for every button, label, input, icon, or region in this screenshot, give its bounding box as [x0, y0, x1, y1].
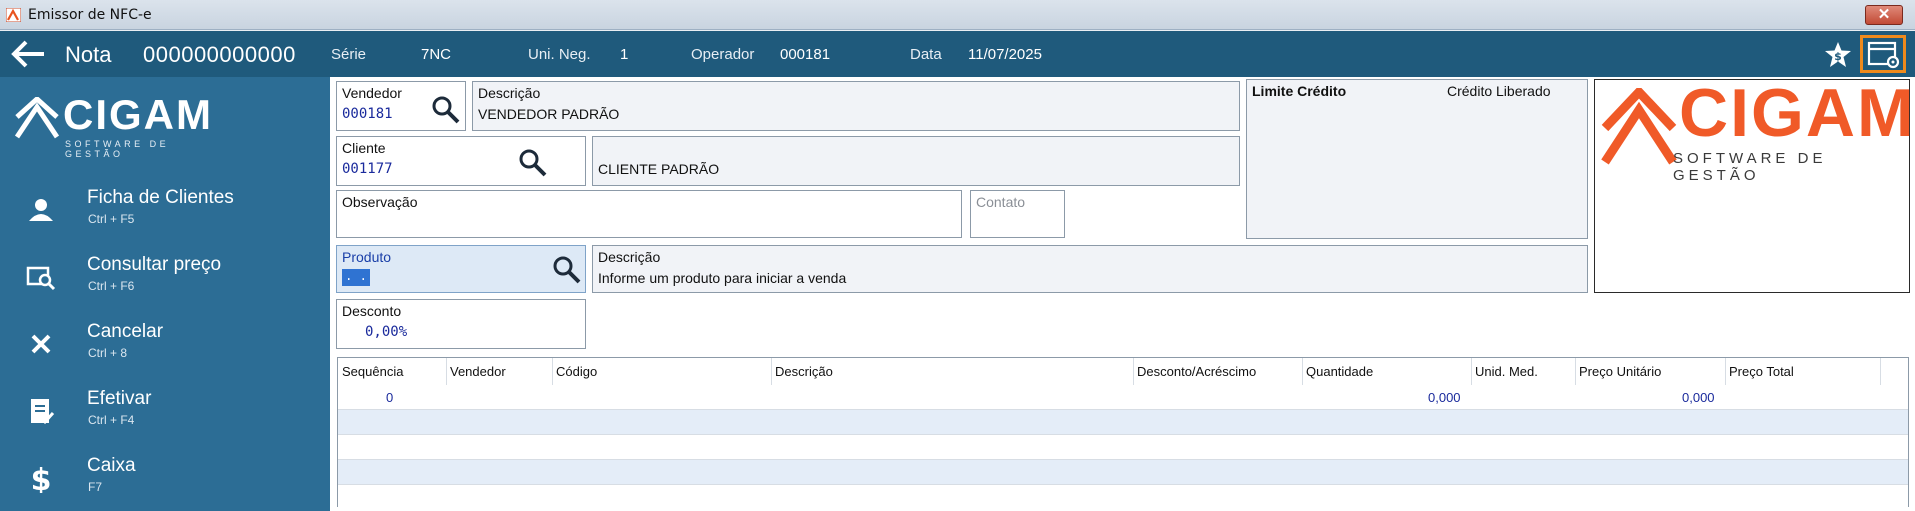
window-settings-button[interactable]	[1860, 35, 1906, 73]
window-titlebar: Emissor de NFC-e ✕	[0, 0, 1915, 30]
app-icon	[6, 8, 21, 22]
produto-descricao-label: Descrição	[598, 249, 661, 265]
sidebar-item-efetivar[interactable]: Efetivar Ctrl + F4	[0, 380, 330, 436]
cigam-logo-panel: CIGAM SOFTWARE DE GESTÃO	[1594, 75, 1914, 293]
cigam-mark-icon	[15, 97, 59, 139]
sidebar-item-caixa[interactable]: $ Caixa F7	[0, 447, 330, 503]
col-preco-unitario[interactable]: Preço Unitário	[1579, 364, 1661, 379]
col-quantidade[interactable]: Quantidade	[1306, 364, 1373, 379]
price-search-icon	[26, 266, 56, 291]
desconto-field[interactable]: Desconto 0,00%	[336, 299, 586, 349]
cigam-logo-sidebar: CIGAM SOFTWARE DE GESTÃO	[15, 91, 215, 159]
sidebar-item-shortcut: Ctrl + F4	[88, 413, 135, 427]
cliente-field[interactable]: Cliente 001177	[336, 136, 586, 186]
svg-text:$: $	[1834, 50, 1842, 63]
col-vendedor[interactable]: Vendedor	[450, 364, 506, 379]
sidebar-item-ficha-clientes[interactable]: Ficha de Clientes Ctrl + F5	[0, 179, 330, 235]
vendedor-label: Vendedor	[342, 85, 402, 101]
back-arrow-icon[interactable]	[10, 38, 48, 70]
document-icon	[31, 399, 55, 425]
sidebar-brand-name: CIGAM	[63, 91, 213, 138]
cliente-value[interactable]: 001177	[342, 161, 393, 177]
note-number: 000000000000	[143, 42, 296, 67]
cell-preco-unitario: 0,000	[1682, 390, 1715, 405]
sidebar-item-shortcut: F7	[88, 480, 103, 494]
cell-sequencia: 0	[386, 390, 394, 405]
col-codigo[interactable]: Código	[556, 364, 597, 379]
serie-label: Série	[331, 46, 367, 63]
desconto-value[interactable]: 0,00%	[365, 324, 407, 340]
window-title: Emissor de NFC-e	[28, 7, 152, 23]
table-row[interactable]	[338, 484, 1908, 509]
sidebar-brand-tagline: SOFTWARE DE GESTÃO	[65, 139, 170, 159]
cliente-descricao-field: CLIENTE PADRÃO	[592, 136, 1240, 186]
sidebar-item-label: Caixa	[87, 455, 136, 476]
limite-credito-panel: Limite Crédito Crédito Liberado	[1246, 79, 1588, 239]
cigam-mark-icon	[1601, 88, 1677, 165]
data-label: Data	[910, 46, 942, 63]
items-grid: Sequência Vendedor Código Descrição Desc…	[337, 357, 1909, 509]
note-header: Nota 000000000000 Série 7NC Uni. Neg. 1 …	[0, 31, 1915, 77]
sidebar-item-cancelar[interactable]: Cancelar Ctrl + 8	[0, 313, 330, 369]
sidebar-item-shortcut: Ctrl + 8	[88, 346, 128, 360]
cliente-descricao-value: CLIENTE PADRÃO	[598, 161, 720, 177]
desconto-label: Desconto	[342, 303, 402, 319]
table-row[interactable]: 0 0,000 0,000	[338, 385, 1908, 410]
unineg-label: Uni. Neg.	[528, 46, 591, 63]
produto-input[interactable]: . .	[342, 269, 370, 286]
col-sequencia[interactable]: Sequência	[342, 364, 403, 379]
col-unid-med[interactable]: Unid. Med.	[1475, 364, 1538, 379]
user-icon	[29, 199, 53, 221]
limite-credito-label: Limite Crédito	[1252, 83, 1347, 99]
operador-value: 000181	[780, 46, 831, 63]
sidebar-item-label: Efetivar	[87, 388, 152, 409]
search-icon[interactable]	[430, 94, 462, 126]
col-descricao[interactable]: Descrição	[775, 364, 833, 379]
operador-label: Operador	[691, 46, 755, 63]
col-preco-total[interactable]: Preço Total	[1729, 364, 1794, 379]
table-row[interactable]	[338, 434, 1908, 459]
sidebar-item-consultar-preco[interactable]: Consultar preço Ctrl + F6	[0, 246, 330, 302]
col-desconto-acrescimo[interactable]: Desconto/Acréscimo	[1137, 364, 1256, 379]
search-icon[interactable]	[517, 147, 549, 179]
contato-field[interactable]: Contato	[970, 190, 1065, 238]
vendedor-descricao-field: Descrição VENDEDOR PADRÃO	[472, 81, 1240, 131]
svg-text:$: $	[31, 463, 52, 493]
observacao-field[interactable]: Observação	[336, 190, 962, 238]
vendedor-descricao-label: Descrição	[478, 85, 541, 101]
settings-window-icon	[1867, 41, 1900, 69]
produto-descricao-value: Informe um produto para iniciar a venda	[598, 270, 847, 286]
note-title: Nota	[65, 42, 112, 67]
observacao-label: Observação	[342, 194, 418, 210]
vendedor-field[interactable]: Vendedor 000181	[336, 81, 466, 131]
panel-brand-tagline: SOFTWARE DE GESTÃO	[1673, 150, 1827, 184]
sidebar-item-shortcut: Ctrl + F5	[88, 212, 135, 226]
data-value: 11/07/2025	[968, 46, 1042, 63]
contato-label: Contato	[976, 194, 1026, 210]
produto-descricao-field: Descrição Informe um produto para inicia…	[592, 245, 1588, 293]
star-dollar-icon[interactable]: $	[1823, 40, 1853, 70]
cell-quantidade: 0,000	[1428, 390, 1461, 405]
vendedor-value[interactable]: 000181	[342, 106, 393, 122]
cliente-label: Cliente	[342, 140, 386, 156]
unineg-value: 1	[620, 46, 629, 63]
window-close-button[interactable]: ✕	[1865, 5, 1903, 25]
sidebar-item-label: Consultar preço	[87, 254, 222, 275]
serie-value: 7NC	[421, 46, 452, 63]
sidebar: CIGAM SOFTWARE DE GESTÃO Ficha de Client…	[0, 77, 330, 511]
table-row[interactable]	[338, 459, 1908, 484]
table-row[interactable]	[338, 409, 1908, 434]
produto-label: Produto	[342, 249, 392, 265]
produto-field[interactable]: Produto . .	[336, 245, 586, 293]
close-icon	[31, 334, 51, 354]
credito-status: Crédito Liberado	[1447, 83, 1551, 99]
sidebar-item-shortcut: Ctrl + F6	[88, 279, 135, 293]
sidebar-item-label: Cancelar	[87, 321, 164, 342]
vendedor-descricao-value: VENDEDOR PADRÃO	[478, 106, 620, 122]
search-icon[interactable]	[551, 254, 583, 286]
dollar-icon: $	[31, 463, 52, 493]
panel-brand-name: CIGAM	[1679, 75, 1915, 151]
sidebar-item-label: Ficha de Clientes	[87, 187, 234, 208]
